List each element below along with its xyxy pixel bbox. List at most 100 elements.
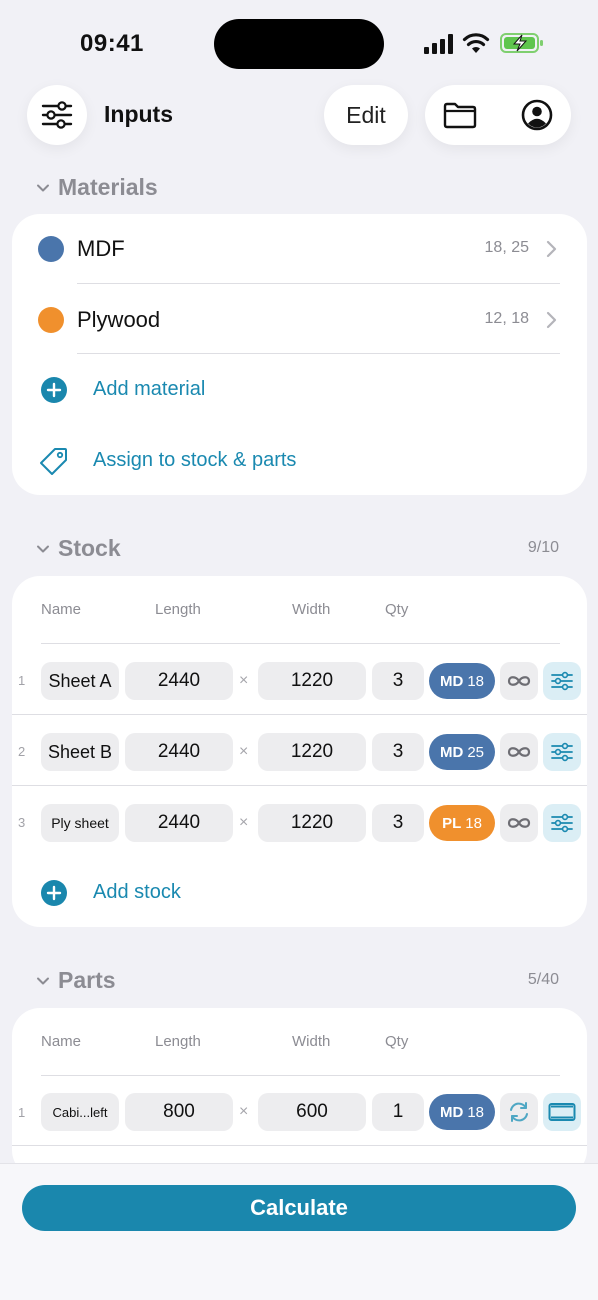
account-icon[interactable] <box>521 99 553 131</box>
parts-card: Name Length Width Qty 1 Cabi...left 800 … <box>12 1008 587 1178</box>
row-number: 3 <box>18 815 26 830</box>
stock-card: Name Length Width Qty 1 Sheet A 2440 × 1… <box>12 576 587 927</box>
plus-circle-icon <box>41 880 67 906</box>
parts-count: 5/40 <box>527 971 559 988</box>
stock-length-field[interactable]: 2440 <box>125 804 233 842</box>
material-thickness: 18 <box>467 1103 484 1121</box>
material-badge[interactable]: MD 18 <box>429 1094 495 1130</box>
material-badge[interactable]: MD 18 <box>429 663 495 699</box>
rotation-toggle[interactable] <box>500 1093 538 1131</box>
chevron-down-icon <box>37 184 49 191</box>
cellular-signal-icon <box>424 34 453 54</box>
part-width-field[interactable]: 600 <box>258 1093 366 1131</box>
divider <box>41 643 560 644</box>
edge-banding-button[interactable] <box>543 1093 581 1131</box>
edge-banding-icon <box>548 1103 576 1121</box>
column-header-name: Name <box>41 1033 82 1050</box>
dynamic-island <box>214 19 384 69</box>
stock-section-header[interactable]: Stock <box>36 535 121 562</box>
status-bar: 09:41 <box>0 0 598 84</box>
stock-width-field[interactable]: 1220 <box>258 733 366 771</box>
material-color-dot <box>38 236 64 262</box>
times-symbol: × <box>239 672 249 689</box>
chevron-right-icon <box>546 240 557 258</box>
stock-name-field[interactable]: Ply sheet <box>41 804 119 842</box>
status-time: 09:41 <box>80 30 144 57</box>
column-header-qty: Qty <box>385 601 409 618</box>
material-row-plywood[interactable]: Plywood 12, 18 <box>12 284 587 354</box>
stock-name-field[interactable]: Sheet A <box>41 662 119 700</box>
part-length-field[interactable]: 800 <box>125 1093 233 1131</box>
column-header-width: Width <box>292 601 331 618</box>
infinite-qty-toggle[interactable] <box>500 804 538 842</box>
infinite-qty-toggle[interactable] <box>500 733 538 771</box>
divider <box>12 714 587 715</box>
row-number: 1 <box>18 1105 26 1120</box>
stock-width-field[interactable]: 1220 <box>258 662 366 700</box>
add-stock-button[interactable]: Add stock <box>12 857 587 927</box>
materials-card: MDF 18, 25 Plywood 12, 18 Add material A… <box>12 214 587 495</box>
material-code: MD <box>439 1103 464 1121</box>
add-material-button[interactable]: Add material <box>12 354 587 424</box>
chevron-down-icon <box>37 545 49 552</box>
material-row-mdf[interactable]: MDF 18, 25 <box>12 214 587 284</box>
divider <box>12 785 587 786</box>
row-options-button[interactable] <box>543 804 581 842</box>
folder-icon[interactable] <box>443 101 477 129</box>
stock-qty-field[interactable]: 3 <box>372 733 424 771</box>
times-symbol: × <box>239 814 249 831</box>
material-thicknesses: 12, 18 <box>484 310 529 327</box>
header-actions <box>425 85 571 145</box>
materials-section-header[interactable]: Materials <box>36 174 158 201</box>
sliders-icon <box>551 671 573 691</box>
row-options-button[interactable] <box>543 733 581 771</box>
sliders-icon <box>551 742 573 762</box>
column-header-length: Length <box>155 601 201 618</box>
stock-qty-field[interactable]: 3 <box>372 662 424 700</box>
divider <box>41 1075 560 1076</box>
plus-circle-icon <box>41 377 67 403</box>
infinite-qty-toggle[interactable] <box>500 662 538 700</box>
row-options-button[interactable] <box>543 662 581 700</box>
chevron-down-icon <box>37 977 49 984</box>
part-name-field[interactable]: Cabi...left <box>41 1093 119 1131</box>
bottom-toolbar <box>0 1163 598 1300</box>
row-number: 1 <box>18 673 26 688</box>
material-badge[interactable]: PL 18 <box>429 805 495 841</box>
divider <box>12 1145 587 1146</box>
page-title: Inputs <box>104 101 173 127</box>
column-header-length: Length <box>155 1033 201 1050</box>
materials-title: Materials <box>58 174 158 200</box>
add-material-label: Add material <box>93 378 206 400</box>
chevron-right-icon <box>546 311 557 329</box>
assign-to-stock-parts-button[interactable]: Assign to stock & parts <box>12 424 587 494</box>
material-thickness: 18 <box>465 814 482 832</box>
material-thickness: 18 <box>467 672 484 690</box>
stock-title: Stock <box>58 535 121 561</box>
add-stock-label: Add stock <box>93 881 181 903</box>
infinity-icon <box>507 676 531 686</box>
assign-label: Assign to stock & parts <box>93 449 297 471</box>
infinity-icon <box>507 818 531 828</box>
material-color-dot <box>38 307 64 333</box>
part-qty-field[interactable]: 1 <box>372 1093 424 1131</box>
rotate-icon <box>510 1102 528 1122</box>
parts-title: Parts <box>58 967 116 993</box>
edit-button[interactable]: Edit <box>324 85 408 145</box>
stock-width-field[interactable]: 1220 <box>258 804 366 842</box>
stock-qty-field[interactable]: 3 <box>372 804 424 842</box>
calculate-button[interactable]: Calculate <box>22 1185 576 1231</box>
stock-length-field[interactable]: 2440 <box>125 733 233 771</box>
material-badge[interactable]: MD 25 <box>429 734 495 770</box>
stock-name-field[interactable]: Sheet B <box>41 733 119 771</box>
settings-button[interactable] <box>27 85 87 145</box>
material-name: Plywood <box>77 307 161 332</box>
parts-section-header[interactable]: Parts <box>36 967 116 994</box>
stock-length-field[interactable]: 2440 <box>125 662 233 700</box>
material-code: PL <box>442 814 462 832</box>
column-header-qty: Qty <box>385 1033 409 1050</box>
times-symbol: × <box>239 1103 249 1120</box>
infinity-icon <box>507 747 531 757</box>
stock-count: 9/10 <box>527 539 559 556</box>
row-number: 2 <box>18 744 26 759</box>
